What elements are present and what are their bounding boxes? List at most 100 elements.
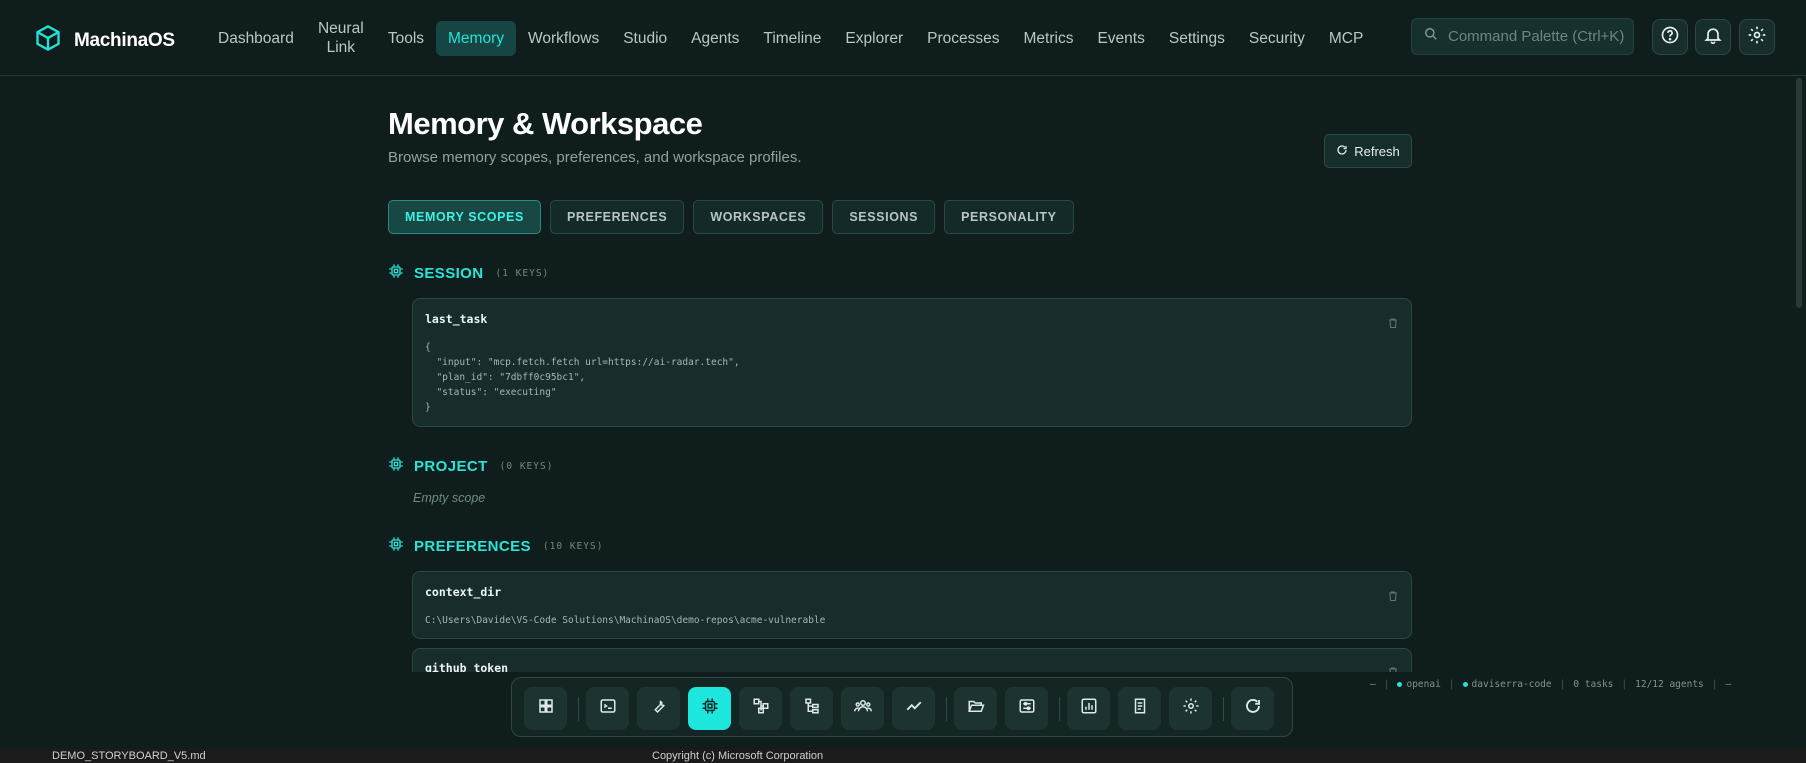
tab-memory-scopes[interactable]: MEMORY SCOPES <box>388 200 541 234</box>
background-window-strip: DEMO_STORYBOARD_V5.md Copyright (c) Micr… <box>0 749 1806 763</box>
command-palette-search[interactable] <box>1411 18 1634 55</box>
dock-memory-button[interactable] <box>688 687 731 730</box>
dock-explorer-button[interactable] <box>954 687 997 730</box>
refresh-button[interactable]: Refresh <box>1324 134 1412 168</box>
memory-entry-card[interactable]: github_token <box>412 648 1412 672</box>
wrench-icon <box>650 697 668 720</box>
nav-item-metrics[interactable]: Metrics <box>1012 21 1086 56</box>
bottom-dock <box>511 677 1293 737</box>
nav-item-timeline[interactable]: Timeline <box>751 21 833 56</box>
memory-key: github_token <box>425 661 509 672</box>
tasks-status: 0 tasks <box>1573 679 1614 690</box>
memory-key: context_dir <box>425 585 502 599</box>
dock-charts-button[interactable] <box>1067 687 1110 730</box>
app-name: MachinaOS <box>74 29 175 51</box>
folder-open-icon <box>967 697 985 720</box>
page-title: Memory & Workspace <box>388 106 703 141</box>
status-bar: — | openai | daviserra-code | 0 tasks | … <box>1370 679 1732 690</box>
page-subtitle: Browse memory scopes, preferences, and w… <box>388 149 802 166</box>
gear-icon <box>1182 697 1200 720</box>
nav-item-settings[interactable]: Settings <box>1157 21 1237 56</box>
tab-personality[interactable]: PERSONALITY <box>944 200 1074 234</box>
dock-refresh-button[interactable] <box>1231 687 1274 730</box>
app-logo[interactable]: MachinaOS <box>34 24 175 57</box>
nav-item-events[interactable]: Events <box>1085 21 1156 56</box>
refresh-icon <box>1244 697 1262 720</box>
empty-scope-text: Empty scope <box>413 491 486 505</box>
status-dot-icon <box>1397 682 1403 687</box>
dock-hierarchy-button[interactable] <box>790 687 833 730</box>
settings-button[interactable] <box>1739 19 1775 55</box>
nav-item-security[interactable]: Security <box>1237 21 1317 56</box>
nav-item-studio[interactable]: Studio <box>611 21 679 56</box>
document-icon <box>1131 697 1149 720</box>
section-title: PROJECT <box>414 458 488 475</box>
dock-settings-button[interactable] <box>1169 687 1212 730</box>
chip-icon <box>388 263 404 284</box>
background-terminal-text: Copyright (c) Microsoft Corporation <box>652 750 824 762</box>
preferences-scope-header: PREFERENCES (10 KEYS) <box>388 536 603 557</box>
memory-key: last_task <box>425 312 488 326</box>
project-scope-header: PROJECT (0 KEYS) <box>388 456 553 477</box>
memory-value: { "input": "mcp.fetch.fetch url=https://… <box>425 342 740 413</box>
tab-sessions[interactable]: SESSIONS <box>832 200 936 234</box>
refresh-label: Refresh <box>1354 143 1400 159</box>
bell-icon <box>1703 25 1723 50</box>
section-title: SESSION <box>414 265 484 282</box>
help-button[interactable] <box>1652 19 1688 55</box>
status-dot-icon <box>1462 682 1468 687</box>
agents-status: 12/12 agents <box>1635 679 1704 690</box>
tab-preferences[interactable]: PREFERENCES <box>549 200 685 234</box>
dock-agents-button[interactable] <box>841 687 884 730</box>
command-palette-input[interactable] <box>1448 28 1628 45</box>
nav-item-dashboard[interactable]: Dashboard <box>206 21 306 56</box>
memory-entry-card[interactable]: last_task { "input": "mcp.fetch.fetch ur… <box>412 298 1412 427</box>
dock-workflows-button[interactable] <box>739 687 782 730</box>
nav-item-memory[interactable]: Memory <box>436 20 516 56</box>
notifications-button[interactable] <box>1695 19 1731 55</box>
memory-tabs: MEMORY SCOPES PREFERENCES WORKSPACES SES… <box>388 200 1074 234</box>
trash-icon[interactable] <box>1387 589 1399 601</box>
grid-icon <box>537 697 555 720</box>
trash-icon[interactable] <box>1387 665 1399 672</box>
sliders-icon <box>1018 697 1036 720</box>
nav-item-explorer[interactable]: Explorer <box>833 21 915 56</box>
dock-processes-button[interactable] <box>1005 687 1048 730</box>
main-nav: Dashboard Neural Link Tools Memory Workf… <box>206 13 1375 63</box>
dock-metrics-button[interactable] <box>892 687 935 730</box>
dock-grid-button[interactable] <box>524 687 567 730</box>
memory-value: C:\Users\Davide\VS-Code Solutions\Machin… <box>425 615 826 626</box>
dock-terminal-button[interactable] <box>586 687 629 730</box>
nav-item-processes[interactable]: Processes <box>915 21 1011 56</box>
trash-icon[interactable] <box>1387 316 1399 328</box>
cube-logo-icon <box>34 24 62 57</box>
background-file-name: DEMO_STORYBOARD_V5.md <box>52 750 206 762</box>
chip-icon <box>388 456 404 477</box>
status-dash: — <box>1725 679 1732 690</box>
top-navigation-bar: MachinaOS Dashboard Neural Link Tools Me… <box>0 0 1806 76</box>
terminal-icon <box>599 697 617 720</box>
dock-tools-button[interactable] <box>637 687 680 730</box>
user-status: daviserra-code <box>1462 679 1552 690</box>
page-scrollbar[interactable] <box>1796 78 1802 308</box>
search-icon <box>1424 27 1438 46</box>
nav-item-tools[interactable]: Tools <box>376 21 436 56</box>
key-count: (0 KEYS) <box>499 461 554 472</box>
dock-logs-button[interactable] <box>1118 687 1161 730</box>
chart-icon <box>1080 697 1098 720</box>
tab-workspaces[interactable]: WORKSPACES <box>693 200 824 234</box>
help-icon <box>1660 25 1680 50</box>
chip-icon <box>388 536 404 557</box>
section-title: PREFERENCES <box>414 538 531 555</box>
gear-icon <box>1747 25 1767 50</box>
key-count: (10 KEYS) <box>542 541 604 552</box>
key-count: (1 KEYS) <box>495 268 550 279</box>
team-icon <box>853 697 872 720</box>
workflow-icon <box>752 697 770 720</box>
nav-item-agents[interactable]: Agents <box>679 21 751 56</box>
nav-item-mcp[interactable]: MCP <box>1317 21 1375 56</box>
memory-entry-card[interactable]: context_dir C:\Users\Davide\VS-Code Solu… <box>412 571 1412 639</box>
trend-icon <box>905 697 923 720</box>
nav-item-neural-link[interactable]: Neural Link <box>306 11 376 65</box>
nav-item-workflows[interactable]: Workflows <box>516 21 611 56</box>
